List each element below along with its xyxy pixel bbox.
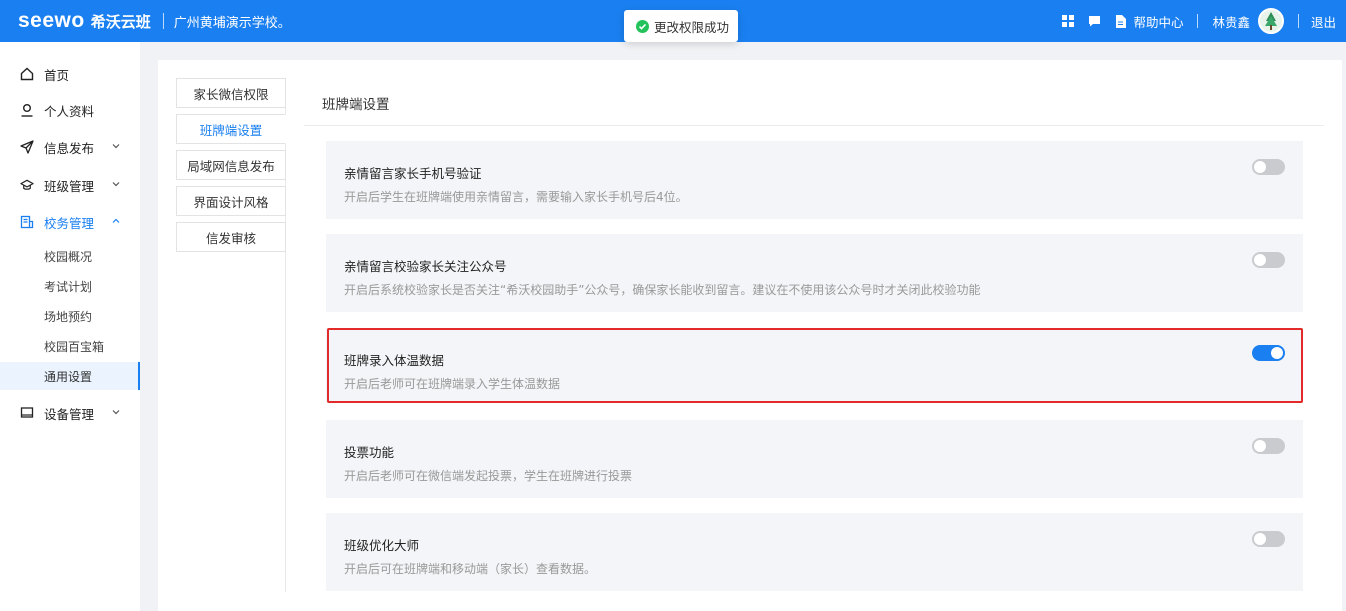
toggle-knob [1271, 347, 1283, 359]
check-circle-icon [636, 19, 649, 33]
sidebar-item-school-affairs[interactable]: 校务管理 [0, 208, 140, 236]
settings-subnav: 家长微信权限 班牌端设置 局域网信息发布 界面设计风格 信发审核 [176, 78, 286, 592]
setting-title: 班级优化大师 [344, 538, 420, 553]
apps-grid-icon[interactable] [1061, 14, 1075, 28]
header-divider [162, 13, 164, 29]
sidebar-item-label: 首页 [44, 67, 70, 83]
sidebar-item-label: 班级管理 [44, 178, 95, 194]
chevron-down-icon [111, 141, 121, 151]
setting-voting: 投票功能 开启后老师可在微信端发起投票，学生在班牌进行投票 [326, 420, 1303, 498]
toast-message: 更改权限成功 [654, 19, 730, 35]
sidebar-item-class-management[interactable]: 班级管理 [0, 171, 140, 199]
setting-description: 开启后老师可在班牌端录入学生体温数据 [344, 377, 561, 391]
toggle-switch[interactable] [1252, 345, 1285, 361]
chevron-down-icon [111, 407, 121, 417]
toggle-switch[interactable] [1252, 531, 1285, 547]
sidebar-item-label: 信息发布 [44, 140, 95, 156]
subnav-parent-wechat-permission[interactable]: 家长微信权限 [176, 78, 286, 108]
sidebar-subitem-venue-booking[interactable]: 场地预约 [0, 302, 140, 330]
user-name: 林贵鑫 [1212, 14, 1250, 30]
help-center-label: 帮助中心 [1133, 14, 1184, 30]
header-actions: 帮助中心 林贵鑫 退出 [1061, 0, 1346, 42]
sidebar-item-label: 设备管理 [44, 406, 95, 422]
header-divider [1297, 14, 1299, 28]
setting-title: 投票功能 [344, 445, 395, 460]
setting-description: 开启后老师可在微信端发起投票，学生在班牌进行投票 [344, 469, 633, 483]
toggle-switch[interactable] [1252, 438, 1285, 454]
sidebar-subitem-campus-overview[interactable]: 校园概况 [0, 242, 140, 270]
setting-description: 开启后可在班牌端和移动端（家长）查看数据。 [344, 562, 597, 576]
chevron-up-icon [111, 216, 121, 226]
subnav-interface-style[interactable]: 界面设计风格 [176, 186, 286, 216]
user-menu[interactable]: 林贵鑫 [1212, 8, 1284, 34]
sidebar-item-publish[interactable]: 信息发布 [0, 133, 140, 161]
avatar[interactable] [1257, 8, 1284, 34]
logo[interactable]: seewo 希沃云班 [0, 0, 151, 42]
success-toast: 更改权限成功 [624, 10, 738, 42]
subnav-class-board-settings[interactable]: 班牌端设置 [176, 114, 286, 144]
document-icon [1113, 14, 1127, 28]
sidebar-subitem-exam-plan[interactable]: 考试计划 [0, 272, 140, 300]
school-name: 广州黄埔演示学校。 [173, 15, 291, 31]
home-icon [20, 67, 34, 81]
chevron-down-icon [111, 179, 121, 189]
sidebar-subitem-toolbox[interactable]: 校园百宝箱 [0, 332, 140, 360]
setting-title: 亲情留言家长手机号验证 [344, 166, 482, 181]
logout-button[interactable]: 退出 [1311, 12, 1336, 31]
school-affairs-icon [20, 215, 34, 229]
setting-parent-follow-official-account: 亲情留言校验家长关注公众号 开启后系统校验家长是否关注“希沃校园助手”公众号，确… [326, 234, 1303, 312]
page-title: 班牌端设置 [322, 97, 390, 113]
header-divider [1197, 14, 1199, 28]
setting-description: 开启后学生在班牌端使用亲情留言，需要输入家长手机号后4位。 [344, 190, 688, 204]
sidebar-item-label: 校务管理 [44, 215, 95, 231]
setting-title: 亲情留言校验家长关注公众号 [344, 259, 507, 274]
send-icon [20, 140, 34, 154]
subnav-publish-review[interactable]: 信发审核 [176, 222, 286, 252]
title-divider [304, 125, 1324, 126]
toggle-knob [1254, 440, 1266, 452]
sidebar-item-home[interactable]: 首页 [0, 60, 140, 88]
toggle-knob [1254, 533, 1266, 545]
setting-description: 开启后系统校验家长是否关注“希沃校园助手”公众号，确保家长能收到留言。建议在不使… [344, 283, 981, 297]
logo-cn-text: 希沃云班 [90, 12, 151, 31]
sidebar-item-label: 个人资料 [44, 103, 95, 119]
toggle-knob [1254, 254, 1266, 266]
toggle-switch[interactable] [1252, 252, 1285, 268]
message-icon[interactable] [1087, 14, 1101, 28]
sidebar-item-profile[interactable]: 个人资料 [0, 96, 140, 124]
toggle-knob [1254, 161, 1266, 173]
setting-parent-phone-verify: 亲情留言家长手机号验证 开启后学生在班牌端使用亲情留言，需要输入家长手机号后4位… [326, 141, 1303, 219]
sidebar-item-device-management[interactable]: 设备管理 [0, 399, 140, 427]
setting-class-optimizer: 班级优化大师 开启后可在班牌端和移动端（家长）查看数据。 [326, 513, 1303, 591]
setting-temperature-entry: 班牌录入体温数据 开启后老师可在班牌端录入学生体温数据 [326, 328, 1303, 403]
help-center-link[interactable]: 帮助中心 [1113, 12, 1183, 31]
sidebar-subitem-general-settings[interactable]: 通用设置 [0, 362, 140, 390]
subnav-lan-publishing[interactable]: 局域网信息发布 [176, 150, 286, 180]
logo-latin-text: seewo [18, 9, 85, 32]
toggle-switch[interactable] [1252, 159, 1285, 175]
setting-title: 班牌录入体温数据 [344, 353, 445, 368]
user-icon [20, 103, 34, 117]
sidebar: 首页 个人资料 信息发布 班级管理 校务管理 校园概况 考试计划 场地预约 校园… [0, 42, 140, 611]
monitor-icon [20, 406, 34, 420]
graduation-cap-icon [20, 178, 34, 192]
